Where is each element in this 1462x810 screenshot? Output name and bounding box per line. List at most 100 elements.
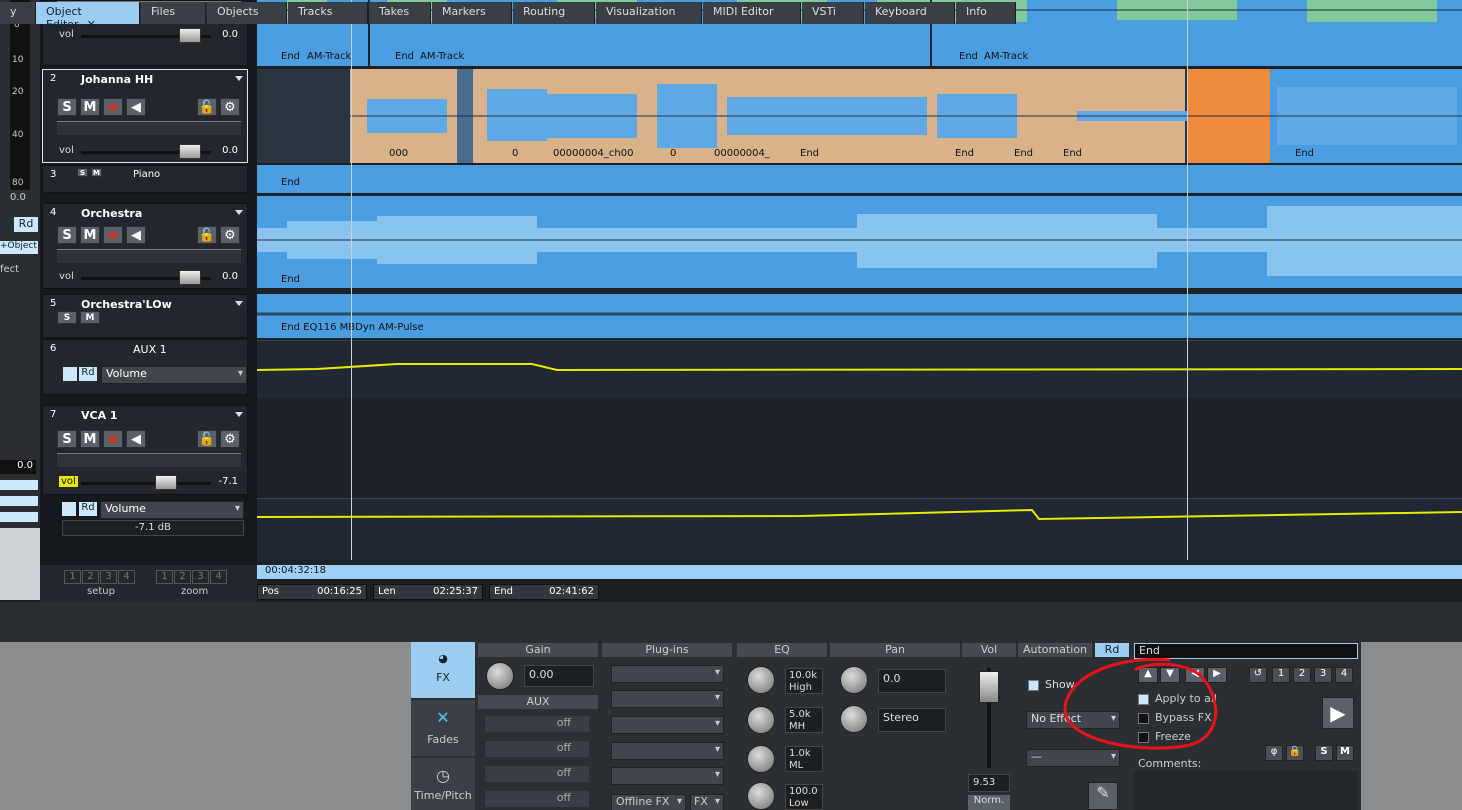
tab-info[interactable]: Info [956,2,1016,24]
fx-tab[interactable]: ◕ FX [411,642,475,698]
mute-button[interactable]: M [80,430,100,448]
plugin-slot[interactable] [611,767,724,785]
slot-button-1[interactable]: 1 [1272,667,1290,683]
solo-button[interactable]: S [57,311,77,324]
tab-vsti[interactable]: VSTi [802,2,864,24]
aux-send-slider[interactable]: off [485,791,589,807]
timeline[interactable]: End AM-Track End AM-Track End AM-Track 0… [256,0,1462,565]
vol-fader-knob[interactable] [979,671,999,703]
track-name[interactable]: Johanna HH [81,73,153,86]
record-button[interactable] [103,430,123,448]
tab-visualization[interactable]: Visualization [596,2,702,24]
track-header-4[interactable]: 4 Orchestra S M ◀ 🔓 ⚙ vol 0.0 [42,203,248,289]
lock-icon[interactable]: 🔓 [197,226,217,244]
play-icon[interactable]: ▶ [1322,697,1354,729]
track-header-5[interactable]: 5 Orchestra'LOw S M [42,294,248,338]
automation-select[interactable]: Volume [100,501,244,519]
track-header-3[interactable]: 3 Piano S M [42,165,248,193]
speaker-icon[interactable]: ◀ [126,226,146,244]
left-slider[interactable] [0,496,38,506]
clip-orchestra-low[interactable]: End EQ116 MBDyn AM-Pulse [257,294,1462,338]
track-menu-icon[interactable] [235,76,243,81]
automation-select[interactable]: Volume [101,366,247,384]
tab-markers[interactable]: Markers [432,2,512,24]
automation-lane-aux[interactable] [256,340,1462,398]
automation-value-field[interactable]: -7.1 dB [62,520,244,536]
solo-button[interactable]: S [1315,745,1333,761]
rd-button[interactable]: Rd [79,502,97,516]
setup-buttons[interactable]: 1234 [64,569,136,584]
vol-value[interactable]: 9.53 [968,774,1010,792]
track-menu-icon[interactable] [235,301,243,306]
fx-gear-icon[interactable]: ⚙ [220,226,240,244]
time-pitch-tab[interactable]: ◷ Time/Pitch [411,758,475,810]
lock-icon[interactable]: 🔓 [197,430,217,448]
tab-routing[interactable]: Routing [513,2,595,24]
solo-button[interactable]: S [77,168,88,177]
normalize-button[interactable]: Norm. [968,795,1010,810]
slot-button-4[interactable]: 4 [1335,667,1353,683]
lock-icon[interactable]: 🔒 [1286,745,1304,761]
plugin-slot[interactable] [611,690,724,708]
eq-knob-low[interactable] [747,782,775,810]
eq-knob-high[interactable] [747,666,775,694]
track-name[interactable]: Orchestra'LOw [81,298,172,311]
clip-orchestra[interactable]: End [257,196,1462,288]
volume-knob[interactable] [155,475,177,490]
track-header-2[interactable]: 2 Johanna HH S M ◀ 🔓 ⚙ vol 0.0 [42,69,248,163]
eq-knob-ml[interactable] [747,745,775,773]
close-icon[interactable]: ✕ [87,18,96,31]
volume-slider[interactable]: vol 0.0 [57,269,241,287]
track-name[interactable]: Orchestra [81,207,142,220]
fades-tab[interactable]: ✕ Fades [411,700,475,756]
volume-knob[interactable] [179,144,201,159]
pan-value[interactable]: 0.0 [878,669,946,693]
track-2-lane[interactable]: 000 0 00000004_ch00 0 00000004_ End End … [257,69,1462,163]
volume-slider[interactable]: vol 0.0 [57,143,241,161]
tab-keyboard[interactable]: Keyboard [865,2,955,24]
automation-toggle-icon[interactable] [63,367,77,381]
pencil-icon[interactable]: ✎ [1088,782,1118,810]
marker-line[interactable] [1187,0,1188,560]
aux-send-slider[interactable]: off [485,766,589,782]
record-button[interactable] [103,226,123,244]
mute-button[interactable]: M [80,98,100,116]
stereo-width-knob[interactable] [840,705,868,733]
solo-button[interactable]: S [57,98,77,116]
tab-object-editor[interactable]: Object Editor ✕ [36,2,140,31]
record-button[interactable] [103,98,123,116]
zoom-buttons[interactable]: 1234 [156,569,228,584]
slot-button-3[interactable]: 3 [1314,667,1332,683]
aux-send-slider[interactable]: off [485,716,589,732]
tab-partial[interactable]: y [0,2,36,24]
track-name[interactable]: Piano [133,169,160,180]
undo-icon[interactable]: ↺ [1249,667,1267,683]
mute-button[interactable]: M [80,226,100,244]
left-slider[interactable] [0,480,38,490]
speaker-icon[interactable]: ◀ [126,98,146,116]
speaker-icon[interactable]: ◀ [126,430,146,448]
comments-field[interactable] [1134,771,1358,810]
add-object-button[interactable]: +Object [0,241,38,254]
automation-lane-vca[interactable] [256,498,1462,560]
plugin-slot[interactable] [611,716,724,734]
offline-fx-select[interactable]: Offline FX [611,794,686,810]
gain-knob[interactable] [486,662,514,690]
volume-slider[interactable]: vol -7.1 [57,474,241,492]
left-slider[interactable] [0,512,38,522]
track-header-7[interactable]: 7 VCA 1 S M ◀ 🔓 ⚙ vol -7.1 [42,405,248,495]
slot-button-2[interactable]: 2 [1293,667,1311,683]
rd-button[interactable]: Rd [79,367,97,381]
track-menu-icon[interactable] [235,412,243,417]
plugin-slot[interactable] [611,665,724,683]
fx-select[interactable]: FX [690,794,724,810]
pos-field[interactable]: Pos 00:16:25 [257,584,367,600]
stereo-value[interactable]: Stereo [878,708,946,732]
track-7-lane[interactable] [257,398,1462,498]
tab-midi-editor[interactable]: MIDI Editor [703,2,801,24]
eq-knob-mh[interactable] [747,706,775,734]
fx-gear-icon[interactable]: ⚙ [220,98,240,116]
volume-knob[interactable] [179,28,201,43]
mute-button[interactable]: M [1336,745,1354,761]
solo-button[interactable]: S [57,430,77,448]
